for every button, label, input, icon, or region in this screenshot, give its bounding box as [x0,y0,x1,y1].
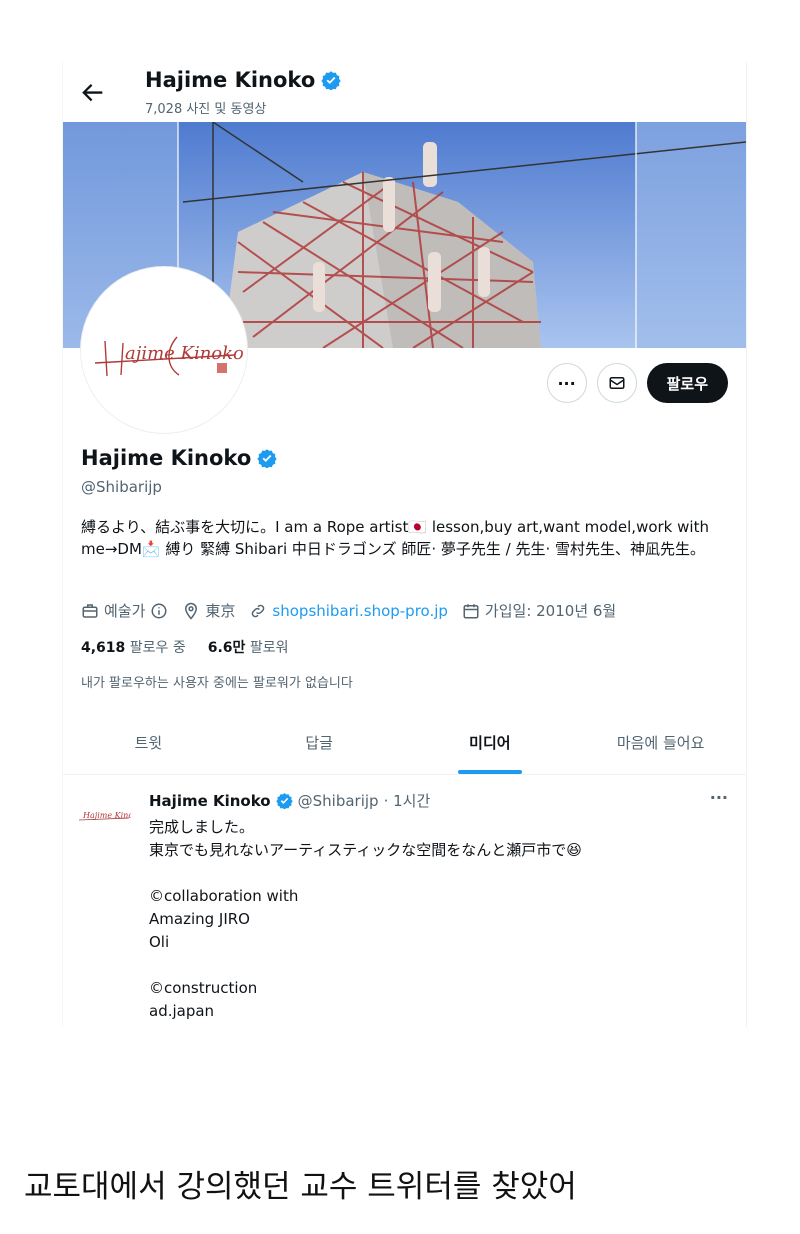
info-icon[interactable] [150,602,168,620]
verified-badge-icon [275,793,293,809]
verified-badge-icon [321,71,341,90]
back-arrow-icon[interactable] [79,78,107,106]
header-name: Hajime Kinoko [145,68,316,92]
message-button[interactable] [596,363,637,403]
website-item: shopshibari.shop-pro.jp [249,602,448,620]
svg-text:Hajime Kinoko: Hajime Kinoko [82,811,131,820]
briefcase-icon [82,603,98,618]
tab-media[interactable]: 미디어 [405,714,576,774]
tweet-item[interactable]: Hajime Kinoko Hajime Kinoko @Shibarijp ·… [63,774,746,1027]
tweet-time[interactable]: · 1시간 [384,790,431,811]
profile-avatar[interactable]: ajime Kinoko [81,267,247,433]
category-item: 예술가 [81,600,168,621]
profile-panel: Hajime Kinoko 7,028 사진 및 동영상 ajime Kinok… [62,62,747,1027]
location-pin-icon [185,602,198,620]
joined-text: 가입일: 2010년 6월 [484,602,617,620]
envelope-icon [609,377,625,389]
category-text: 예술가 [104,602,146,620]
calendar-icon [463,603,479,618]
tweet-avatar[interactable]: Hajime Kinoko [77,798,131,834]
tweet-header: Hajime Kinoko @Shibarijp · 1시간 [149,790,430,811]
signature-logo: ajime Kinoko [94,336,243,377]
location-item: 東京 [182,600,235,621]
signature-text: ajime Kinoko [125,343,243,364]
follow-button[interactable]: 팔로우 [646,363,728,403]
link-icon [252,604,265,617]
top-bar: Hajime Kinoko 7,028 사진 및 동영상 [63,62,746,122]
verified-badge-icon [257,449,277,468]
following-count: 4,618 [81,640,126,656]
tab-replies[interactable]: 답글 [234,714,405,774]
location-text: 東京 [205,602,236,620]
tweet-author-name[interactable]: Hajime Kinoko [149,792,271,810]
tweet-more-button[interactable]: ··· [710,788,728,807]
followers-count: 6.6만 [207,640,246,656]
mutual-followers-note: 내가 팔로우하는 사용자 중에는 팔로워가 없습니다 [81,676,353,691]
image-caption: 교토대에서 강의했던 교수 트위터를 찾았어 [24,1169,577,1205]
tab-likes[interactable]: 마음에 들어요 [575,714,746,774]
header-title: Hajime Kinoko [145,68,341,92]
following-label: 팔로우 중 [129,640,186,656]
more-options-label: ··· [557,373,576,393]
profile-tabs: 트윗 답글 미디어 마음에 들어요 [63,714,746,775]
website-link[interactable]: shopshibari.shop-pro.jp [272,602,448,620]
followers-label: 팔로워 [249,640,289,656]
profile-handle: @Shibarijp [81,478,162,496]
tab-tweets[interactable]: 트윗 [63,714,234,774]
followers-stat[interactable]: 6.6만 팔로워 [208,637,289,657]
profile-actions: ··· 팔로우 [546,363,728,403]
profile-meta: 예술가 東京 shopshibari.shop-pro.jp 가입일: 2010… [81,600,616,621]
tweet-text: 完成しました。 東京でも見れないアーティスティックな空間をなんと瀬戸市で😆 ©c… [149,818,582,1020]
profile-name: Hajime Kinoko [81,446,277,470]
joined-item: 가입일: 2010년 6월 [462,600,616,621]
follow-stats: 4,618 팔로우 중 6.6만 팔로워 [81,637,289,657]
post-count: 7,028 사진 및 동영상 [145,102,267,117]
more-options-button[interactable]: ··· [546,363,587,403]
tweet-author-handle[interactable]: @Shibarijp [298,792,379,810]
following-stat[interactable]: 4,618 팔로우 중 [81,637,186,657]
profile-display-name: Hajime Kinoko [81,446,252,470]
profile-bio: 縛るより、結ぶ事を大切に。I am a Rope artist🇯🇵 lesson… [81,518,709,558]
